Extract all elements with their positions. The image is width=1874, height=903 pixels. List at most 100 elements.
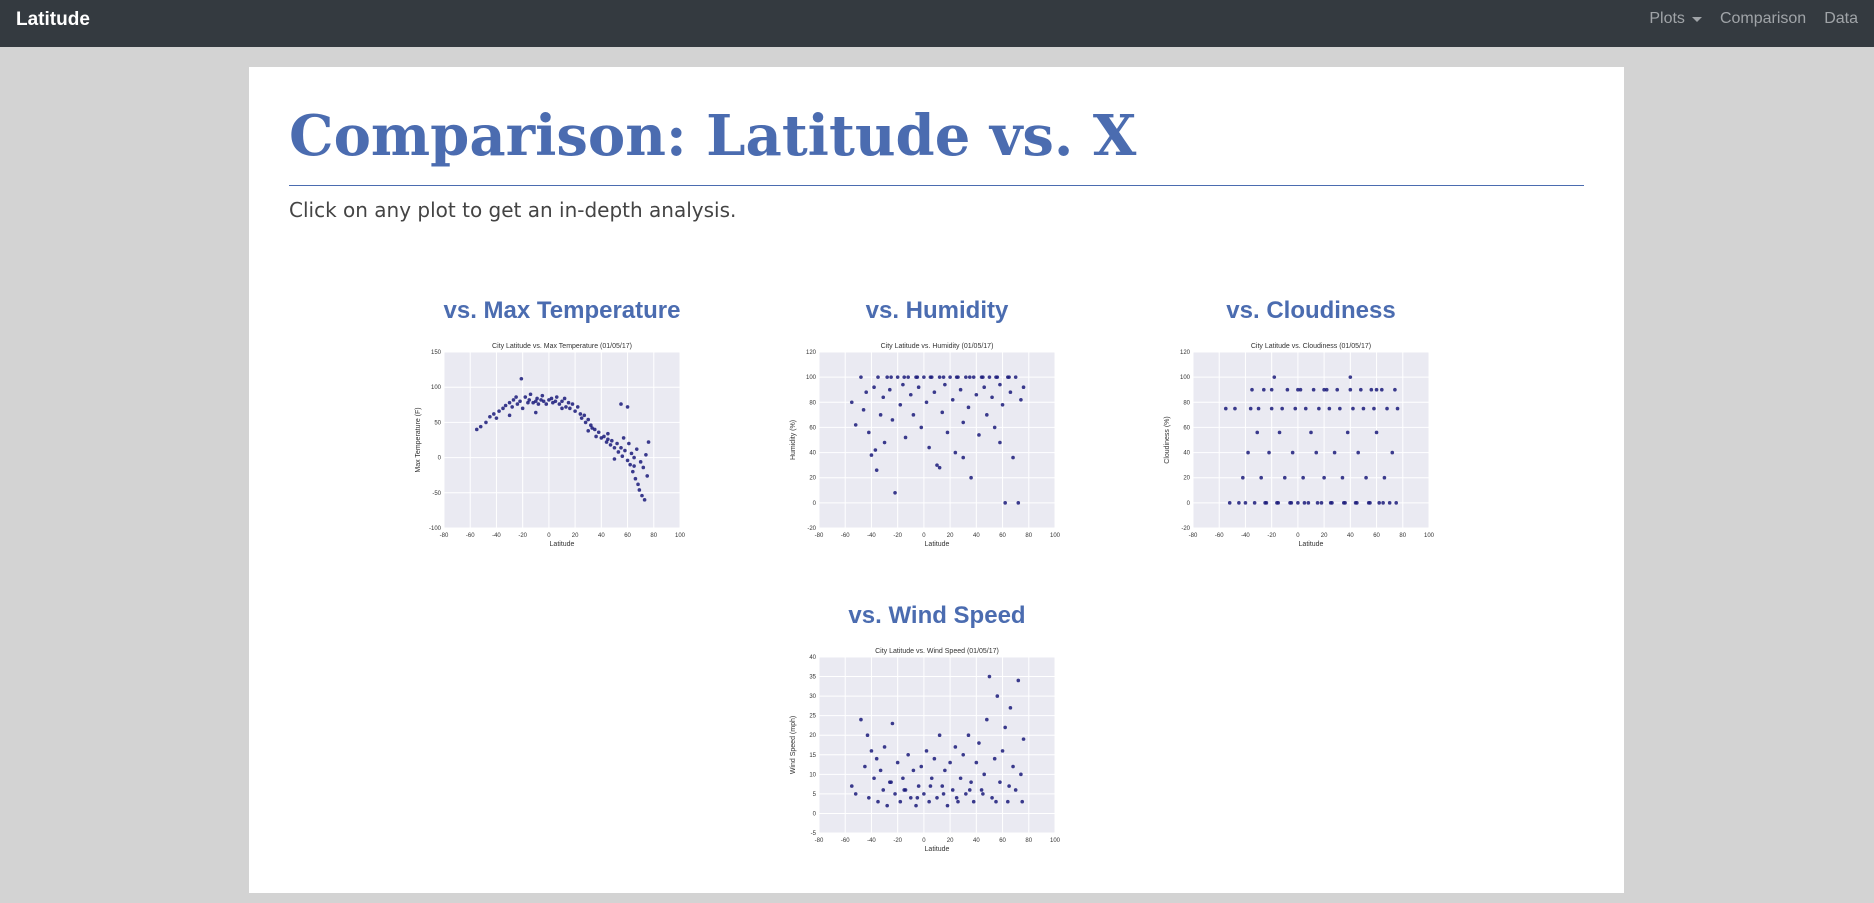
x-tick-label: 20 <box>947 838 954 844</box>
data-point <box>901 776 905 781</box>
data-point <box>1269 387 1274 392</box>
data-point <box>1019 397 1023 402</box>
data-point <box>901 382 905 387</box>
data-point <box>945 803 950 808</box>
data-point <box>1328 501 1333 505</box>
data-point <box>549 396 554 401</box>
data-point <box>948 760 952 765</box>
x-tick-label: 80 <box>1025 533 1032 539</box>
x-tick-label: -60 <box>841 533 850 539</box>
data-point <box>935 796 939 800</box>
data-point <box>1016 678 1021 683</box>
x-tick-label: 80 <box>650 533 657 539</box>
plot-heading[interactable]: vs. Wind Speed <box>772 601 1102 641</box>
x-tick-label: -40 <box>1241 533 1250 539</box>
data-point <box>1020 799 1025 804</box>
data-point <box>1361 406 1366 411</box>
cloudiness-plot[interactable]: -80 -60 -40 -20 0 20 40 60 80 100 -20 0 20 40 60 80 100 1… <box>1161 336 1461 551</box>
data-point <box>890 418 895 422</box>
data-point <box>969 475 973 480</box>
data-point <box>929 776 934 781</box>
data-point <box>1007 375 1011 379</box>
y-tick-label: 5 <box>813 792 817 798</box>
y-tick-label: 100 <box>1180 375 1191 381</box>
data-point <box>646 440 651 444</box>
data-point <box>964 792 968 796</box>
data-point <box>1355 501 1359 505</box>
data-point <box>610 438 614 443</box>
x-tick-label: 40 <box>598 533 605 539</box>
nav-comparison-link[interactable]: Comparison <box>1720 10 1806 28</box>
y-tick-label: 40 <box>809 655 816 661</box>
data-point <box>1252 501 1257 505</box>
nav-plots-dropdown[interactable]: Plots <box>1649 10 1702 28</box>
data-point <box>1394 501 1399 505</box>
data-point <box>1280 406 1284 411</box>
data-point <box>916 385 921 389</box>
data-point <box>911 413 916 417</box>
data-point <box>1351 406 1355 411</box>
data-point <box>924 749 929 753</box>
data-point <box>629 451 634 456</box>
y-tick-label: 15 <box>809 753 816 759</box>
data-point <box>982 772 986 777</box>
data-point <box>474 427 479 432</box>
data-point <box>948 375 952 379</box>
data-point <box>619 402 623 406</box>
navbar: Latitude Plots Comparison Data <box>0 0 1874 47</box>
data-point <box>484 420 488 425</box>
data-point <box>497 409 501 413</box>
data-point <box>919 764 924 769</box>
data-point <box>1309 430 1313 435</box>
data-point <box>641 465 646 470</box>
data-point <box>995 694 1000 698</box>
data-point <box>640 493 644 498</box>
data-point <box>544 402 549 406</box>
data-point <box>998 440 1002 445</box>
data-point <box>501 406 505 411</box>
data-point <box>893 792 897 796</box>
data-point <box>937 465 942 470</box>
y-tick-label: 50 <box>434 420 441 426</box>
humidity-plot[interactable]: -80 -60 -40 -20 0 20 40 60 80 100 -20 0 20 40 60 80 100 1… <box>787 336 1087 551</box>
data-point <box>895 375 900 379</box>
x-axis-label: Latitude <box>925 846 950 853</box>
data-point <box>878 413 883 417</box>
data-point <box>644 452 648 457</box>
data-point <box>865 733 870 738</box>
x-tick-label: -20 <box>893 533 902 539</box>
data-point <box>911 768 916 773</box>
data-point <box>625 405 630 409</box>
data-point <box>557 402 562 406</box>
data-point <box>596 430 601 435</box>
data-point <box>985 413 989 417</box>
data-point <box>492 412 496 416</box>
data-point <box>1000 403 1005 407</box>
page-subtitle: Click on any plot to get an in-depth ana… <box>289 198 737 222</box>
x-tick-label: -60 <box>466 533 475 539</box>
max-temperature-plot[interactable]: -80 -60 -40 -20 0 20 40 60 80 100 -100 -50 0 50 100 150… <box>412 336 712 551</box>
x-tick-label: -20 <box>1267 533 1276 539</box>
plot-heading[interactable]: vs. Cloudiness <box>1146 296 1476 336</box>
plot-card-cloudiness: vs. Cloudiness -80 -60 -40 -20 0 20 40 60 80 100-… <box>1146 296 1476 551</box>
data-point <box>943 768 947 773</box>
data-point <box>1387 501 1392 505</box>
wind-speed-plot[interactable]: -80 -60 -40 -20 0 20 40 60 80 100 -5 0 5 10 15 20 25 30 35… <box>787 641 1087 856</box>
plot-heading[interactable]: vs. Humidity <box>772 296 1102 336</box>
brand-link[interactable]: Latitude <box>16 9 90 31</box>
data-point <box>940 410 945 415</box>
data-point <box>903 435 908 440</box>
data-point <box>878 768 883 773</box>
x-tick-label: 100 <box>1050 838 1061 844</box>
data-point <box>494 416 499 420</box>
x-tick-label: -80 <box>815 838 824 844</box>
data-point <box>602 434 606 439</box>
data-point <box>885 375 889 379</box>
nav-data-link[interactable]: Data <box>1824 10 1858 28</box>
plot-heading[interactable]: vs. Max Temperature <box>397 296 727 336</box>
data-point <box>1319 501 1324 505</box>
data-point <box>937 375 942 379</box>
data-point <box>954 375 959 379</box>
y-tick-label: 20 <box>809 733 816 739</box>
data-point <box>1008 390 1013 395</box>
